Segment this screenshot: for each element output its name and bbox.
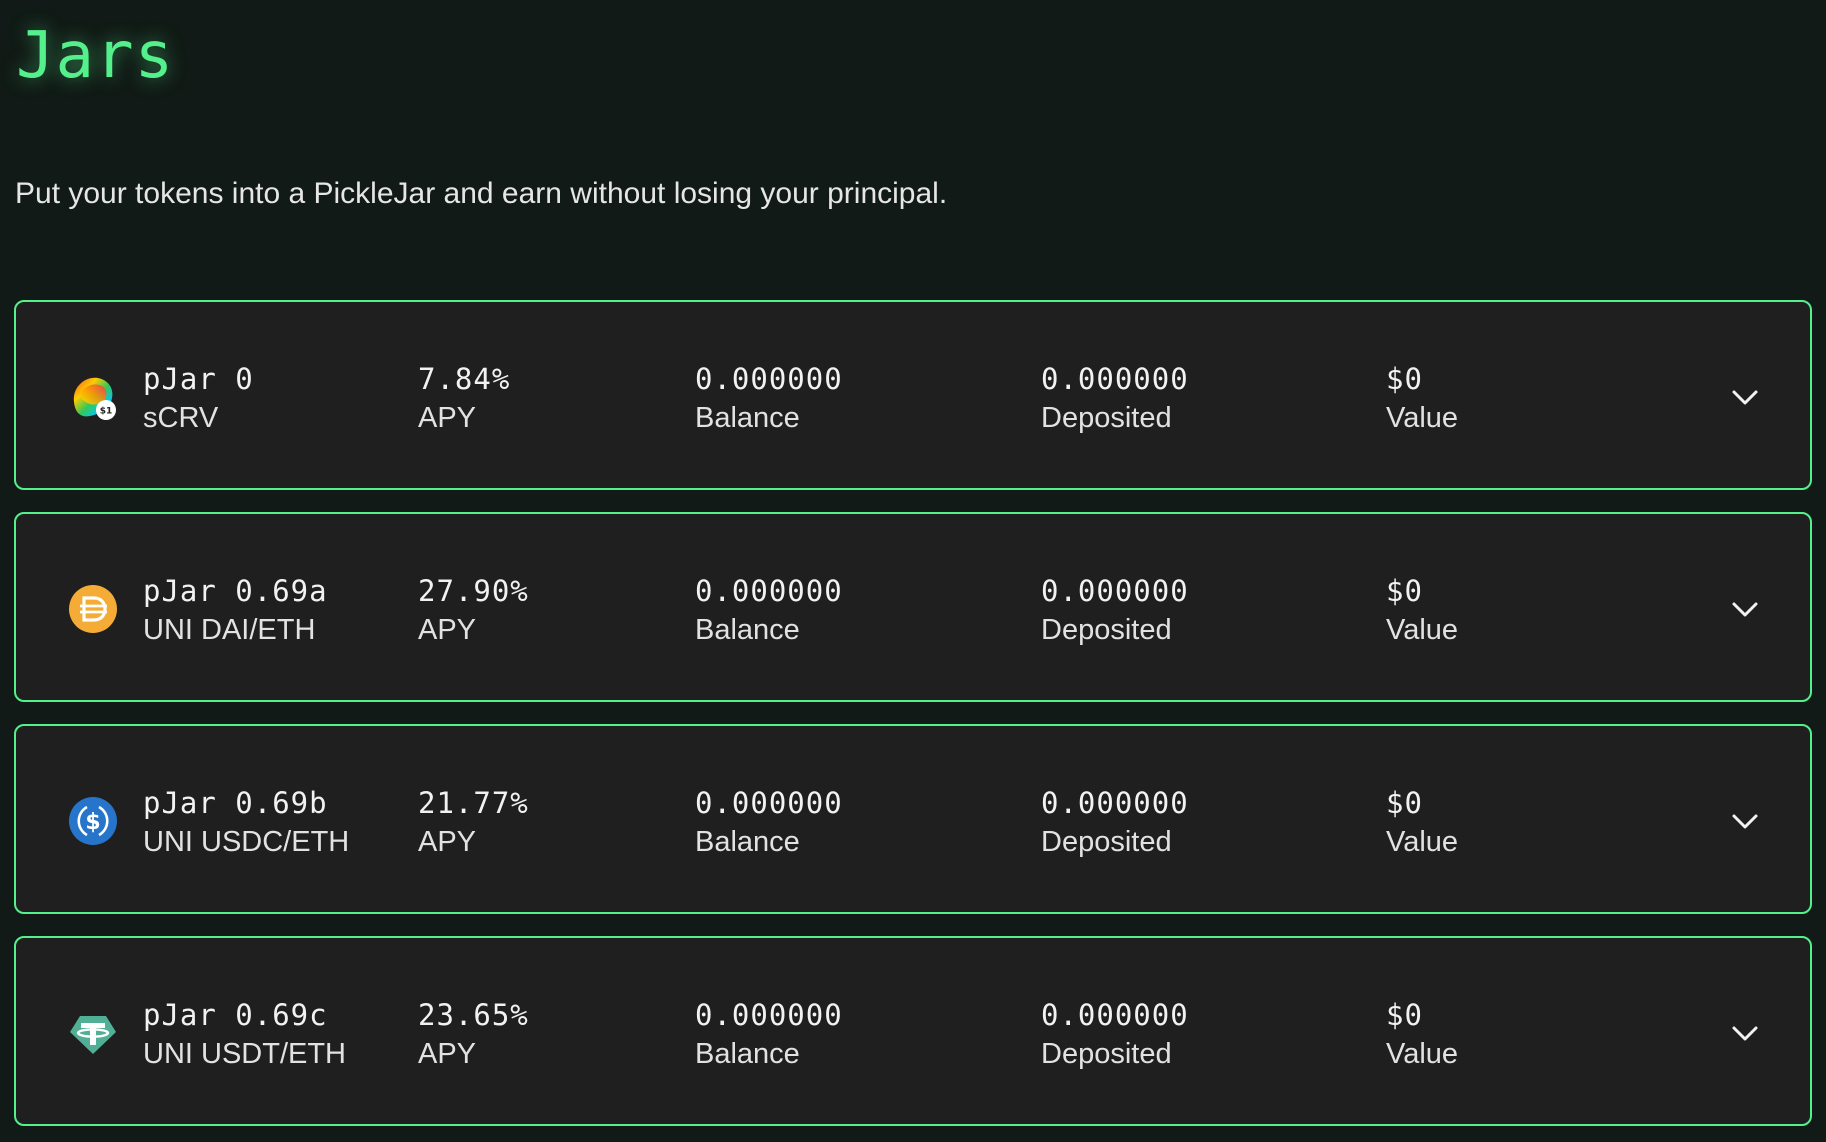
- balance-label: Balance: [695, 1038, 800, 1070]
- balance-value: 0.000000: [695, 362, 843, 396]
- balance-label: Balance: [695, 826, 800, 858]
- apy-value: 21.77%: [418, 786, 529, 820]
- chevron-down-icon[interactable]: [1728, 592, 1762, 626]
- value-label: Value: [1386, 614, 1459, 646]
- apy-value: 23.65%: [418, 998, 529, 1032]
- page-title: Jars: [16, 19, 175, 93]
- jar-pair: UNI USDT/ETH: [143, 1038, 346, 1070]
- jar-pair: UNI DAI/ETH: [143, 614, 316, 646]
- deposited-block: 0.000000 Deposited: [1041, 572, 1189, 650]
- jar-name: pJar 0.69a: [143, 574, 328, 608]
- balance-block: 0.000000 Balance: [695, 784, 843, 862]
- chevron-down-icon[interactable]: [1728, 380, 1762, 414]
- balance-block: 0.000000 Balance: [695, 996, 843, 1074]
- deposited-value: 0.000000: [1041, 574, 1189, 608]
- svg-text:$: $: [85, 810, 100, 835]
- usdt-icon: [68, 1008, 118, 1058]
- balance-label: Balance: [695, 614, 800, 646]
- apy-label: APY: [418, 614, 477, 646]
- balance-value: 0.000000: [695, 574, 843, 608]
- jar-card-pjar-069b[interactable]: $ pJar 0.69b UNI USDC/ETH 21.77% APY 0.0…: [14, 724, 1812, 914]
- jar-name: pJar 0: [143, 362, 254, 396]
- jar-name: pJar 0.69b: [143, 786, 328, 820]
- chevron-down-icon[interactable]: [1728, 1016, 1762, 1050]
- usdc-icon: $: [68, 796, 118, 846]
- deposited-value: 0.000000: [1041, 998, 1189, 1032]
- value-label: Value: [1386, 402, 1459, 434]
- jar-name-block: pJar 0.69a UNI DAI/ETH: [143, 572, 328, 650]
- deposited-label: Deposited: [1041, 1038, 1172, 1070]
- value-block: $0 Value: [1386, 996, 1458, 1074]
- jar-card-pjar-069c[interactable]: pJar 0.69c UNI USDT/ETH 23.65% APY 0.000…: [14, 936, 1812, 1126]
- deposited-label: Deposited: [1041, 614, 1172, 646]
- balance-value: 0.000000: [695, 786, 843, 820]
- apy-value: 7.84%: [418, 362, 511, 396]
- apy-value: 27.90%: [418, 574, 529, 608]
- chevron-down-icon[interactable]: [1728, 804, 1762, 838]
- deposited-block: 0.000000 Deposited: [1041, 360, 1189, 438]
- page-subtitle: Put your tokens into a PickleJar and ear…: [15, 177, 948, 210]
- value-amount: $0: [1386, 574, 1423, 608]
- deposited-block: 0.000000 Deposited: [1041, 784, 1189, 862]
- deposited-value: 0.000000: [1041, 786, 1189, 820]
- value-amount: $0: [1386, 362, 1423, 396]
- curve-scrv-icon: $1: [68, 372, 118, 422]
- apy-block: 21.77% APY: [418, 784, 529, 862]
- jar-name-block: pJar 0.69c UNI USDT/ETH: [143, 996, 346, 1074]
- value-amount: $0: [1386, 998, 1423, 1032]
- jar-name-block: pJar 0 sCRV: [143, 360, 254, 438]
- jar-card-pjar-0[interactable]: $1 pJar 0 sCRV 7.84% APY 0.000000 Balanc…: [14, 300, 1812, 490]
- jar-card-pjar-069a[interactable]: pJar 0.69a UNI DAI/ETH 27.90% APY 0.0000…: [14, 512, 1812, 702]
- apy-block: 27.90% APY: [418, 572, 529, 650]
- jar-name-block: pJar 0.69b UNI USDC/ETH: [143, 784, 349, 862]
- balance-block: 0.000000 Balance: [695, 360, 843, 438]
- deposited-label: Deposited: [1041, 402, 1172, 434]
- value-amount: $0: [1386, 786, 1423, 820]
- apy-block: 7.84% APY: [418, 360, 510, 438]
- apy-block: 23.65% APY: [418, 996, 529, 1074]
- apy-label: APY: [418, 1038, 477, 1070]
- deposited-value: 0.000000: [1041, 362, 1189, 396]
- apy-label: APY: [418, 826, 477, 858]
- jar-list: $1 pJar 0 sCRV 7.84% APY 0.000000 Balanc…: [14, 300, 1812, 1142]
- deposited-block: 0.000000 Deposited: [1041, 996, 1189, 1074]
- value-label: Value: [1386, 826, 1459, 858]
- jar-name: pJar 0.69c: [143, 998, 328, 1032]
- value-label: Value: [1386, 1038, 1459, 1070]
- jar-pair: sCRV: [143, 402, 219, 434]
- value-block: $0 Value: [1386, 572, 1458, 650]
- jar-pair: UNI USDC/ETH: [143, 826, 350, 858]
- balance-value: 0.000000: [695, 998, 843, 1032]
- value-block: $0 Value: [1386, 360, 1458, 438]
- balance-label: Balance: [695, 402, 800, 434]
- svg-text:$1: $1: [100, 407, 113, 417]
- balance-block: 0.000000 Balance: [695, 572, 843, 650]
- apy-label: APY: [418, 402, 477, 434]
- value-block: $0 Value: [1386, 784, 1458, 862]
- dai-icon: [68, 584, 118, 634]
- deposited-label: Deposited: [1041, 826, 1172, 858]
